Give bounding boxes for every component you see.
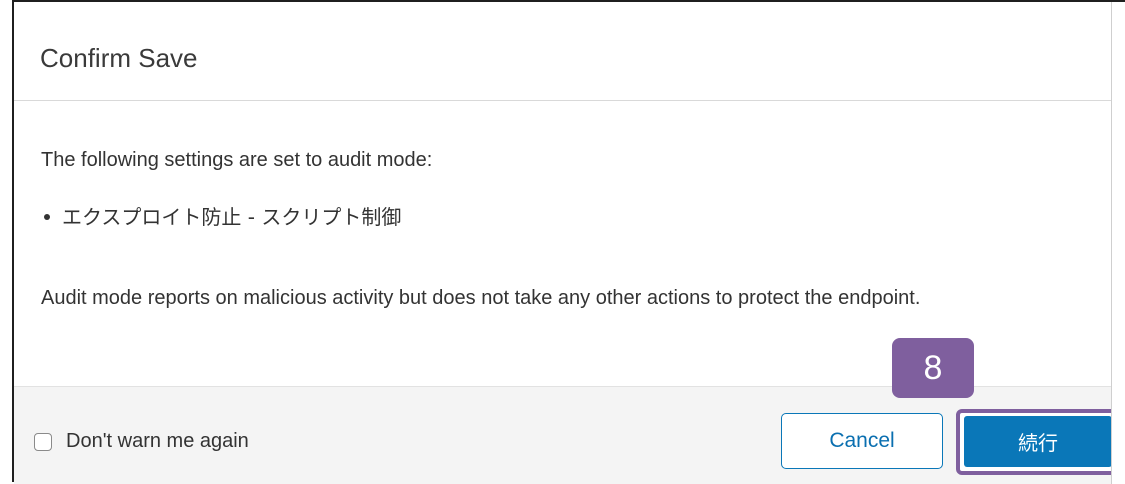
checkbox-icon[interactable]	[34, 432, 52, 451]
scrollbar-track	[1111, 2, 1125, 484]
dialog-header: Confirm Save	[14, 2, 1111, 101]
dialog-footer: Don't warn me again Cancel 続行	[14, 386, 1120, 484]
dialog-title: Confirm Save	[40, 43, 198, 73]
dont-warn-label: Don't warn me again	[66, 430, 249, 452]
list-item-label: エクスプロイト防止 - スクリプト制御	[62, 205, 402, 229]
confirm-save-dialog: Confirm Save The following settings are …	[12, 0, 1125, 484]
intro-text: The following settings are set to audit …	[41, 149, 433, 171]
step-number-badge: 8	[892, 338, 974, 398]
cancel-button[interactable]: Cancel	[781, 413, 943, 469]
bullet-icon	[44, 213, 50, 220]
continue-button[interactable]: 続行	[964, 416, 1112, 467]
list-item: エクスプロイト防止 - スクリプト制御	[41, 205, 401, 230]
dont-warn-checkbox[interactable]: Don't warn me again	[34, 430, 249, 453]
audit-mode-note: Audit mode reports on malicious activity…	[41, 287, 921, 309]
